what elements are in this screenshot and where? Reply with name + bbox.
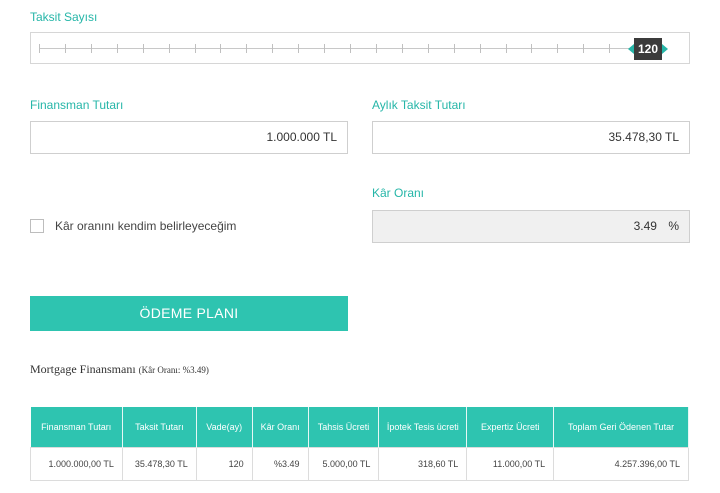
table-cell: 4.257.396,00 TL [553, 446, 689, 481]
slider-tick [65, 44, 66, 53]
slider-tick [402, 44, 403, 53]
slider-tick [39, 44, 40, 53]
table-header: Finansman Tutarı [30, 407, 123, 447]
table-header: Toplam Geri Ödenen Tutar [553, 407, 689, 447]
slider-tick [376, 44, 377, 53]
payment-plan-table: Finansman Tutarı Taksit Tutarı Vade(ay) … [30, 407, 689, 481]
slider-tick [531, 44, 532, 53]
slider-tick [246, 44, 247, 53]
table-cell: 318,60 TL [378, 446, 468, 481]
slider-tick [609, 44, 610, 53]
custom-rate-option[interactable]: Kâr oranını kendim belirleyeceğim [30, 218, 236, 234]
slider-tick [506, 44, 507, 53]
installment-count-label: Taksit Sayısı [30, 10, 98, 24]
monthly-installment-field: 35.478,30 TL [372, 121, 690, 154]
custom-rate-checkbox[interactable] [30, 219, 44, 233]
slider-value: 120 [637, 42, 659, 56]
monthly-installment-label: Aylık Taksit Tutarı [372, 98, 466, 112]
table-header: Expertiz Ücreti [466, 407, 555, 447]
slider-tick [480, 44, 481, 53]
table-header-row: Finansman Tutarı Taksit Tutarı Vade(ay) … [30, 407, 689, 447]
slider-tick [117, 44, 118, 53]
slider-tick [169, 44, 170, 53]
slider-tick [220, 44, 221, 53]
table-cell: 1.000.000,00 TL [30, 446, 123, 481]
table-cell: 120 [195, 446, 253, 481]
table-header: İpotek Tesis ücreti [378, 407, 468, 447]
table-header: Taksit Tutarı [122, 407, 197, 447]
slider-tick [583, 44, 584, 53]
summary-title-text: Mortgage Finansmanı [30, 362, 136, 376]
profit-rate-field: 3.49 % [372, 210, 690, 243]
summary-title: Mortgage Finansmanı (Kâr Oranı: %3.49) [30, 362, 209, 377]
slider-handle[interactable]: 120 [628, 38, 668, 60]
table-header: Kâr Oranı [252, 407, 309, 447]
custom-rate-checkbox-label[interactable]: Kâr oranını kendim belirleyeceğim [55, 219, 236, 233]
slider-tick [143, 44, 144, 53]
slider-tick [298, 44, 299, 53]
table-cell: 5.000,00 TL [307, 446, 380, 481]
slider-tick [557, 44, 558, 53]
slider-track[interactable] [39, 44, 662, 53]
installment-count-slider[interactable]: 120 [30, 32, 690, 64]
table-cell: 11.000,00 TL [466, 446, 555, 481]
percent-sign: % [668, 219, 679, 233]
table-cell: %3.49 [251, 446, 309, 481]
slider-tick [91, 44, 92, 53]
slider-tick [324, 44, 325, 53]
slider-tick [454, 44, 455, 53]
profit-rate-label: Kâr Oranı [372, 186, 425, 200]
table-row: 1.000.000,00 TL 35.478,30 TL 120 %3.49 5… [30, 446, 689, 481]
slider-tick [350, 44, 351, 53]
payment-plan-button[interactable]: ÖDEME PLANI [30, 296, 348, 331]
summary-subtitle: (Kâr Oranı: %3.49) [138, 365, 209, 375]
slider-tick [428, 44, 429, 53]
table-cell: 35.478,30 TL [121, 446, 197, 481]
profit-rate-value: 3.49 [633, 219, 657, 233]
table-header: Vade(ay) [196, 407, 253, 447]
handle-left-arrow-icon [628, 44, 634, 54]
table-header: Tahsis Ücreti [308, 407, 380, 447]
slider-tick [195, 44, 196, 53]
handle-right-arrow-icon [662, 44, 668, 54]
financing-amount-input[interactable]: 1.000.000 TL [30, 121, 348, 154]
financing-amount-label: Finansman Tutarı [30, 98, 124, 112]
slider-tick [272, 44, 273, 53]
